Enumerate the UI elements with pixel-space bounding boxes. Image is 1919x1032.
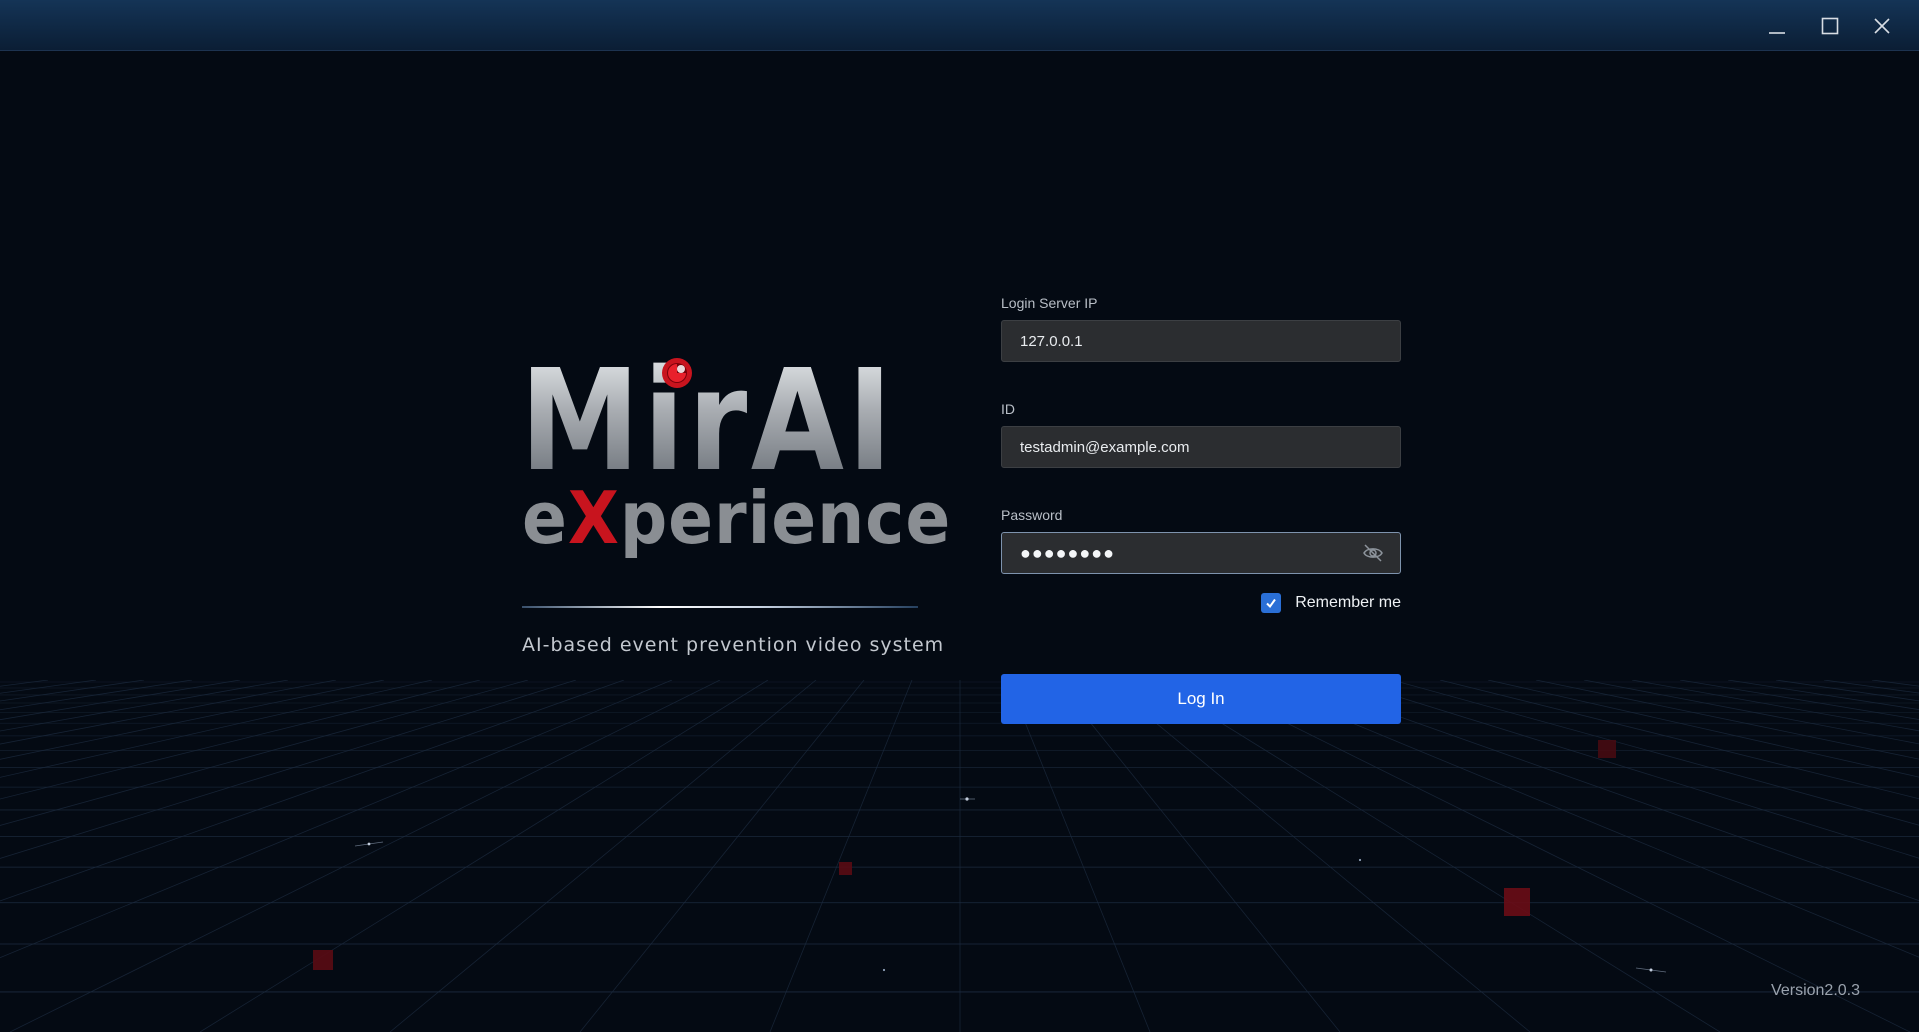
- logo-eye-icon: [662, 358, 692, 388]
- maximize-button[interactable]: [1812, 8, 1848, 44]
- title-bar: [0, 0, 1919, 51]
- password-input[interactable]: ●●●●●●●●: [1020, 533, 1115, 573]
- logo-experience: eXperience: [522, 478, 951, 558]
- remember-me-toggle[interactable]: Remember me: [1261, 592, 1401, 614]
- maximize-icon: [1821, 17, 1839, 35]
- server-ip-label: Login Server IP: [1001, 295, 1098, 311]
- tagline: AI-based event prevention video system: [522, 634, 945, 656]
- logo-divider: [522, 606, 918, 608]
- check-icon: [1266, 598, 1277, 609]
- id-field[interactable]: [1001, 426, 1401, 468]
- password-field[interactable]: ●●●●●●●●: [1001, 532, 1401, 574]
- login-button[interactable]: Log In: [1001, 674, 1401, 724]
- logo-sub-e: e: [522, 476, 568, 560]
- close-button[interactable]: [1864, 8, 1900, 44]
- version-label: Version2.0.3: [1771, 982, 1860, 999]
- minimize-button[interactable]: [1759, 8, 1795, 44]
- server-ip-field[interactable]: [1001, 320, 1401, 362]
- close-icon: [1874, 18, 1890, 34]
- logo-mirai: MirAI: [520, 340, 896, 503]
- eye-off-icon[interactable]: [1362, 543, 1384, 563]
- server-ip-input[interactable]: [1002, 321, 1400, 361]
- id-input[interactable]: [1002, 427, 1400, 467]
- background-grid: [0, 680, 1919, 1032]
- remember-me-label: Remember me: [1295, 594, 1401, 611]
- minimize-icon: [1769, 32, 1785, 34]
- logo-sub-rest: perience: [619, 476, 952, 560]
- password-label: Password: [1001, 507, 1063, 523]
- brand-logo: MirAI eXperience AI-based event preventi…: [520, 340, 950, 662]
- id-label: ID: [1001, 401, 1015, 417]
- remember-me-checkbox[interactable]: [1261, 593, 1282, 613]
- login-form: Login Server IP ID Password ●●●●●●●● Rem…: [1001, 295, 1401, 724]
- logo-sub-x: X: [567, 476, 620, 560]
